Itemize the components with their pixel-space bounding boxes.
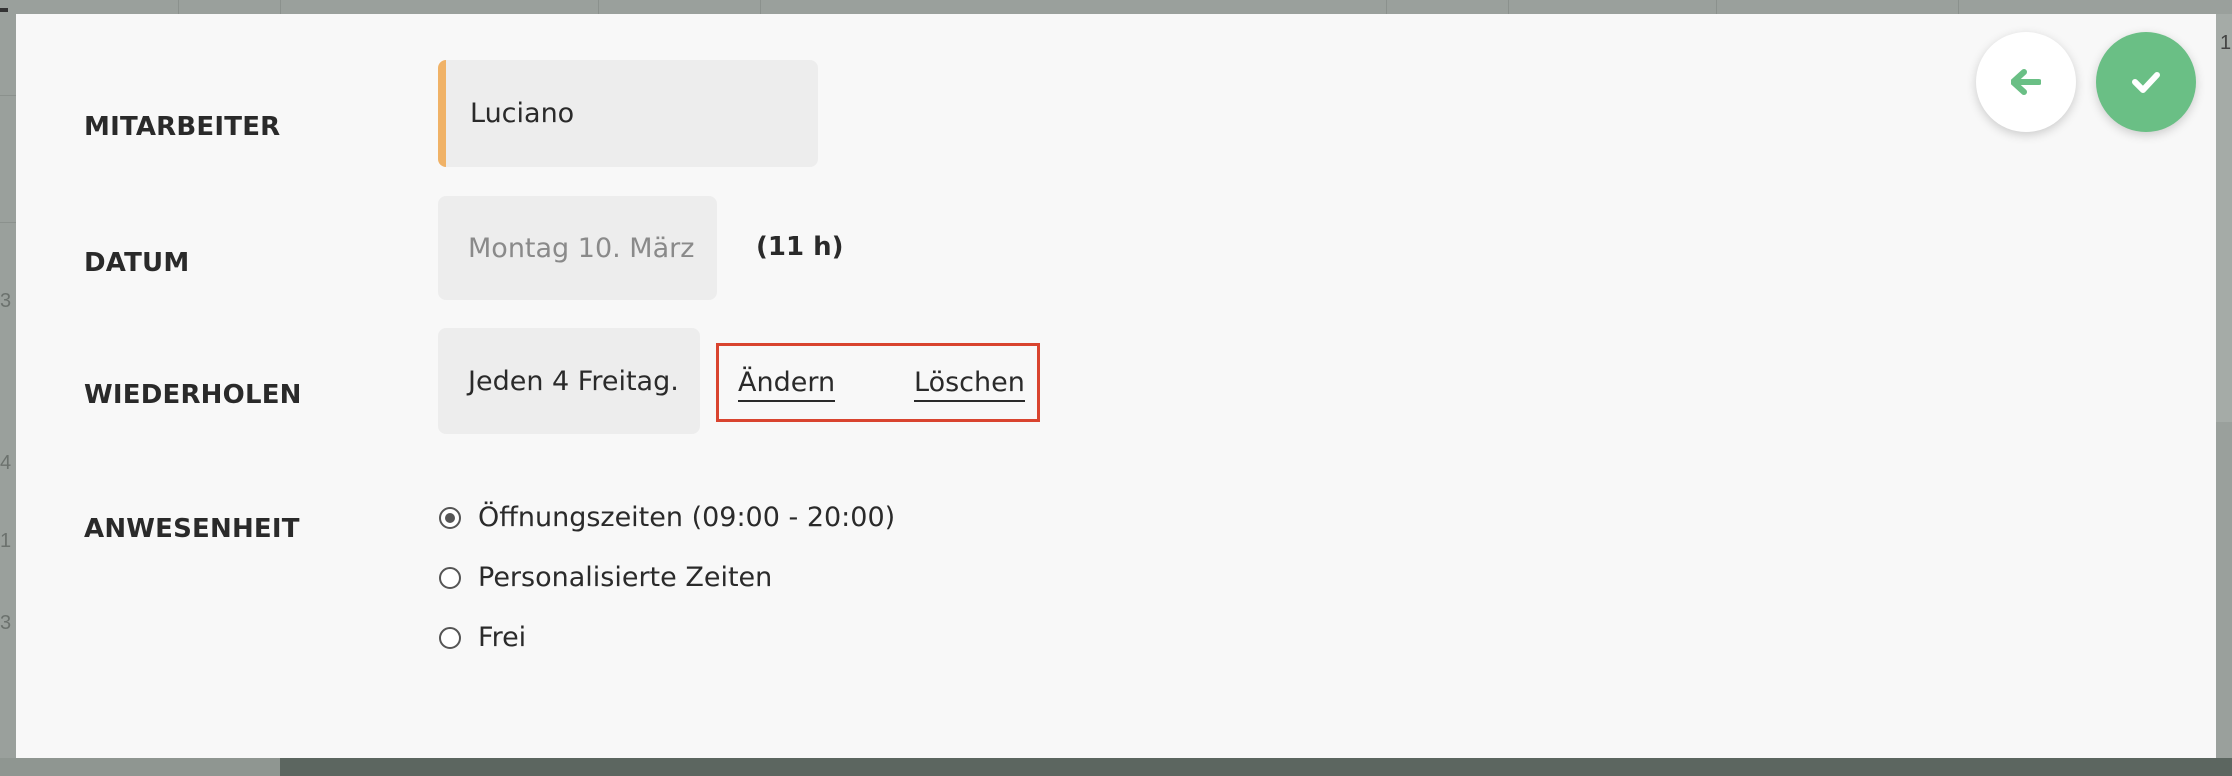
presence-option-free[interactable]: Frei: [439, 622, 526, 653]
repeat-label: WIEDERHOLEN: [84, 380, 302, 410]
date-value: Montag 10. März: [468, 232, 695, 264]
arrow-left-icon: [2011, 69, 2041, 95]
change-repeat-link[interactable]: Ändern: [738, 368, 836, 402]
backdrop-dash: [0, 8, 8, 12]
presence-option-opening-hours[interactable]: Öffnungszeiten (09:00 - 20:00): [439, 502, 895, 533]
date-field[interactable]: Montag 10. März: [438, 196, 717, 300]
back-button[interactable]: [1976, 32, 2076, 132]
presence-option-custom-times[interactable]: Personalisierte Zeiten: [439, 562, 772, 593]
backdrop-number: 1: [2220, 32, 2232, 54]
presence-option-label: Personalisierte Zeiten: [478, 562, 773, 593]
backdrop-gridline: [1958, 0, 1959, 14]
backdrop-number: 4: [0, 452, 12, 474]
backdrop-number: 3: [0, 290, 12, 312]
employee-value: Luciano: [470, 98, 575, 129]
backdrop-gridline: [280, 0, 281, 14]
confirm-button[interactable]: [2096, 32, 2196, 132]
backdrop-gridline: [1716, 0, 1717, 14]
backdrop-gridline: [1386, 0, 1387, 14]
checkmark-icon: [2132, 72, 2160, 93]
shift-hours: (11 h): [756, 232, 844, 262]
radio-button[interactable]: [439, 566, 461, 589]
backdrop-right-strip: [2216, 14, 2232, 422]
repeat-field[interactable]: Jeden 4 Freitag.: [438, 328, 700, 434]
repeat-actions-highlight: Ändern Löschen: [716, 343, 1040, 422]
backdrop-bottom: [280, 758, 2232, 776]
radio-button[interactable]: [439, 626, 461, 649]
backdrop-hline: [0, 95, 16, 96]
backdrop-hline: [0, 222, 16, 223]
employee-field[interactable]: Luciano: [438, 60, 818, 167]
shift-edit-dialog: MITARBEITER Luciano DATUM Montag 10. Mär…: [16, 14, 2216, 758]
presence-option-label: Öffnungszeiten (09:00 - 20:00): [478, 502, 896, 533]
backdrop-number: 3: [0, 612, 12, 634]
backdrop-gridline: [598, 0, 599, 14]
backdrop-number: 1: [0, 530, 12, 552]
employee-label: MITARBEITER: [84, 112, 281, 142]
delete-repeat-link[interactable]: Löschen: [914, 368, 1025, 402]
backdrop-bottom-left: [0, 758, 280, 776]
date-label: DATUM: [84, 248, 190, 278]
backdrop-gridline: [1508, 0, 1509, 14]
presence-label: ANWESENHEIT: [84, 514, 300, 544]
repeat-value: Jeden 4 Freitag.: [468, 365, 679, 397]
backdrop-gridline: [760, 0, 761, 14]
presence-option-label: Frei: [478, 622, 527, 653]
backdrop-gridline: [178, 0, 179, 14]
radio-button-checked[interactable]: [439, 506, 461, 529]
